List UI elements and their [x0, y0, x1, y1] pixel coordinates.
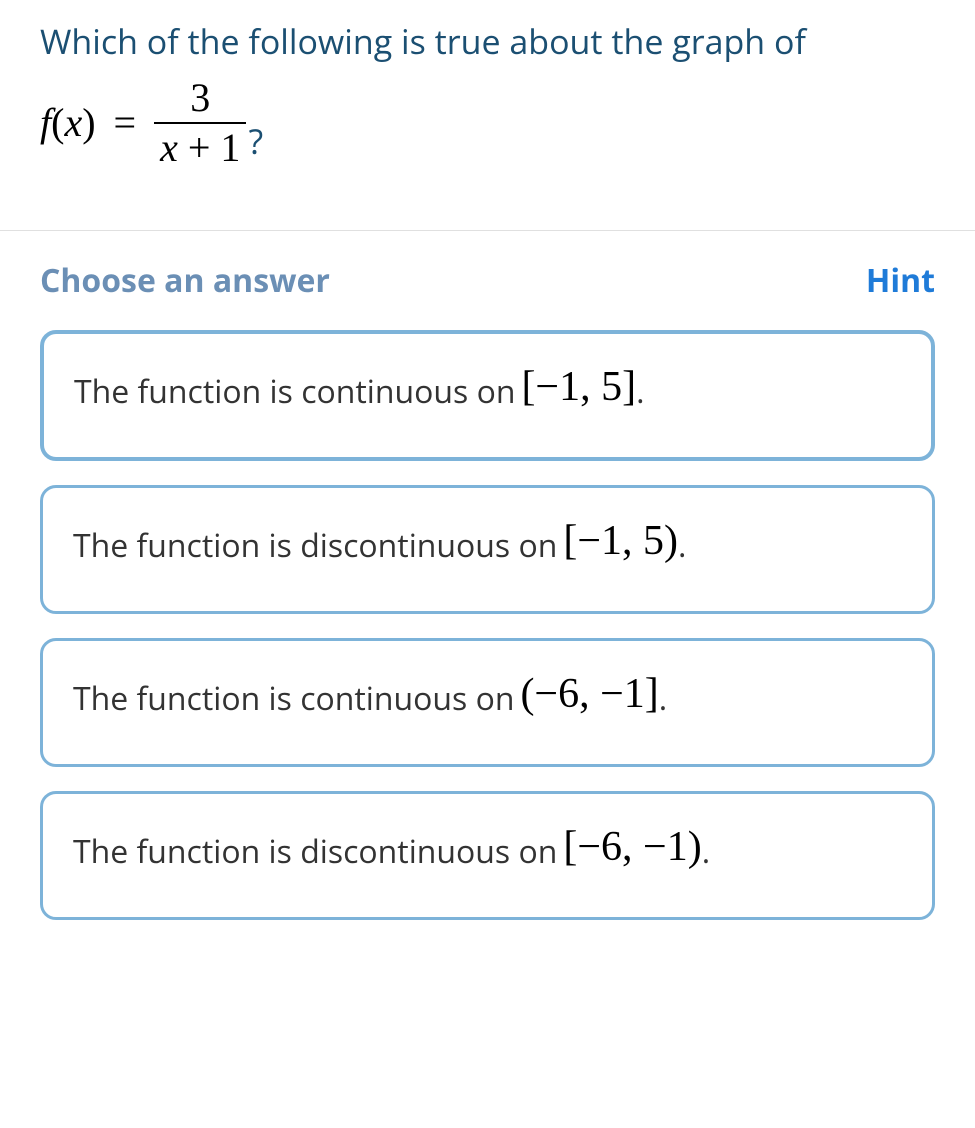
- choice-interval: (−6, −1]: [520, 682, 658, 707]
- answer-choice-c[interactable]: The function is continuous on (−6, −1] .: [40, 638, 935, 767]
- choice-interval: [−1, 5): [563, 529, 678, 554]
- choice-interval: [−1, 5]: [521, 375, 636, 400]
- formula-lhs: f(x): [40, 99, 96, 146]
- formula-equals: =: [114, 99, 137, 146]
- question-prompt: Which of the following is true about the…: [40, 18, 935, 66]
- choice-text: The function is discontinuous on: [73, 830, 557, 873]
- question-mark: ?: [248, 118, 263, 164]
- choice-period: .: [678, 524, 686, 567]
- answer-choice-d[interactable]: The function is discontinuous on [−6, −1…: [40, 791, 935, 920]
- choice-period: .: [702, 830, 710, 873]
- choice-period: .: [659, 677, 667, 720]
- answer-choice-b[interactable]: The function is discontinuous on [−1, 5)…: [40, 485, 935, 614]
- choice-text: The function is continuous on: [74, 370, 515, 413]
- answer-header: Choose an answer Hint: [40, 259, 935, 302]
- choose-answer-label: Choose an answer: [40, 259, 330, 302]
- choice-interval: [−6, −1): [563, 835, 701, 860]
- question-section: Which of the following is true about the…: [0, 0, 975, 230]
- choice-text: The function is continuous on: [73, 677, 514, 720]
- question-formula: f(x) = 3 x + 1 ?: [40, 76, 935, 170]
- formula-fraction: 3 x + 1: [154, 76, 246, 170]
- answer-section: Choose an answer Hint The function is co…: [0, 231, 975, 920]
- formula-denominator: x + 1: [154, 122, 246, 170]
- answer-choice-a[interactable]: The function is continuous on [−1, 5] .: [40, 330, 935, 461]
- hint-button[interactable]: Hint: [866, 259, 935, 302]
- choice-period: .: [636, 370, 644, 413]
- quiz-container: Which of the following is true about the…: [0, 0, 975, 920]
- choice-text: The function is discontinuous on: [73, 524, 557, 567]
- formula-numerator: 3: [186, 76, 214, 122]
